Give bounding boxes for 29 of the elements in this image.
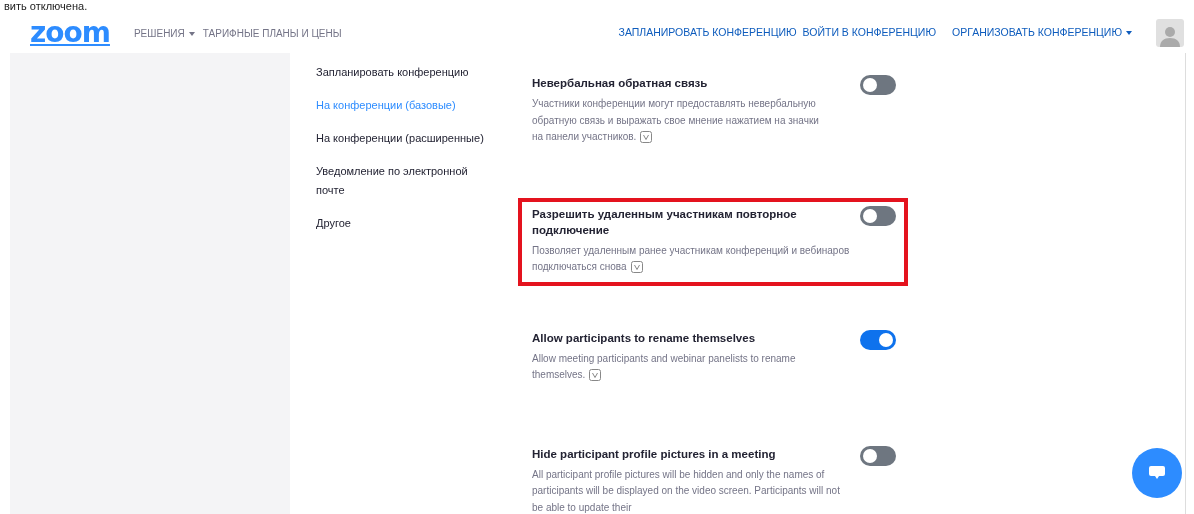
setting-description: Allow meeting participants and webinar panelists to rename themselves. — [532, 351, 797, 384]
section-link[interactable]: На конференции (расширенные) — [316, 129, 488, 148]
section-link[interactable]: Запланировать конференцию — [316, 63, 488, 82]
setting-title: Разрешить удаленным участникам повторное подключение — [532, 206, 798, 238]
toggle-switch[interactable] — [860, 329, 896, 350]
section-link[interactable]: На конференции (базовые) — [316, 96, 488, 115]
setting-description: Участники конференции могут предоставлять невербальную обратную связь и выражать свое мнение нажатием на значки на панели участников. — [532, 97, 820, 146]
toggle-switch[interactable] — [860, 445, 896, 466]
setting-description: Позволяет удаленным ранее участникам конференций и вебинаров подключаться снова — [532, 243, 850, 276]
nav-link[interactable]: ОРГАНИЗОВАТЬ КОНФЕРЕНЦИЮ — [952, 25, 1132, 41]
toggle-switch[interactable] — [860, 205, 896, 226]
setting-title: Невербальная обратная связь — [532, 76, 709, 91]
setting-description: All participant profile pictures will be hidden and only the names of participants will be displayed on the video screen. Participants will not be able to update their — [532, 467, 841, 514]
chat-bubble-icon — [1148, 465, 1166, 481]
setting-title: Allow participants to rename themselves — [532, 330, 757, 346]
nav-link[interactable]: ЗАПЛАНИРОВАТЬ КОНФЕРЕНЦИЮ — [618, 25, 797, 41]
setting-title: Hide participant profile pictures in a meeting — [532, 446, 777, 462]
info-icon[interactable] — [589, 369, 602, 382]
info-icon[interactable] — [630, 261, 643, 274]
section-link[interactable]: Другое — [316, 214, 488, 233]
toggle-switch[interactable] — [860, 75, 896, 95]
chat-button[interactable] — [1132, 448, 1182, 498]
info-icon[interactable] — [640, 131, 653, 144]
nav-link[interactable]: РЕШЕНИЯ — [133, 25, 195, 41]
avatar-icon[interactable] — [1156, 19, 1184, 47]
nav-link[interactable]: ТАРИФНЫЕ ПЛАНЫ И ЦЕНЫ — [202, 25, 342, 41]
section-link[interactable]: Уведомление по электронной почте — [316, 162, 488, 200]
caption-text: вить отключена. — [3, 0, 89, 13]
nav-link[interactable]: ВОЙТИ В КОНФЕРЕНЦИЮ — [802, 25, 936, 41]
